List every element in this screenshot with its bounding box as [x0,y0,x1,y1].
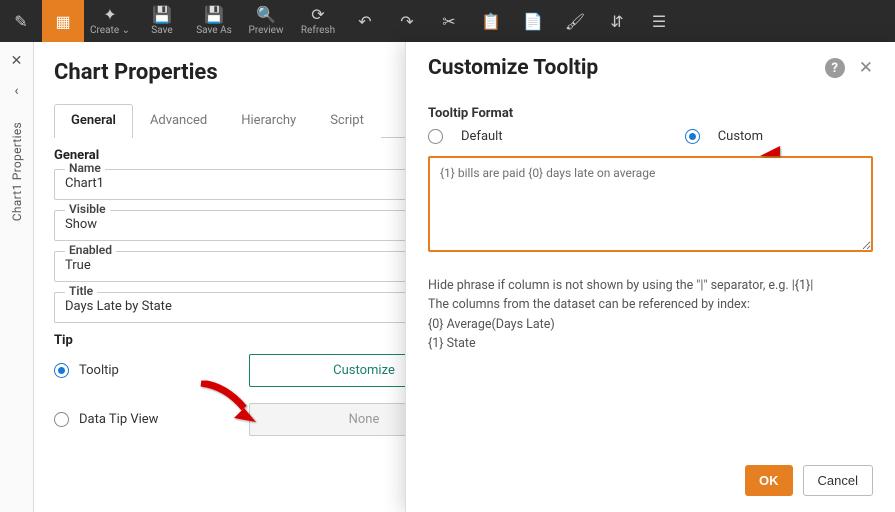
modal-footer: OK Cancel [428,451,873,496]
arrange-icon: ⇵ [610,13,623,31]
radio-label: Default [461,129,503,144]
undo-icon: ↶ [358,13,371,31]
close-icon[interactable]: ✕ [859,58,873,78]
help-icon[interactable]: ? [825,58,845,78]
modal-title: Customize Tooltip [428,56,825,80]
wand-icon: ✎ [14,13,27,31]
toolbar-label: Save [151,24,172,38]
radio-label: Custom [718,129,763,144]
format-icon: 🖌 [565,13,585,31]
tooltip-format-input[interactable] [428,156,873,252]
tooltip-format-label: Tooltip Format [428,106,873,121]
paste-icon: 📄 [523,13,543,31]
toolbar-more[interactable]: ☰ [638,0,680,42]
toolbar-label: Create ⌄ [90,24,130,38]
toolbar-format[interactable]: 🖌 [554,0,596,42]
toolbar-refresh[interactable]: ⟳Refresh [292,0,344,42]
radio-default[interactable]: Default [428,129,503,144]
radio-checked-icon [685,129,700,144]
refresh-icon: ⟳ [311,6,324,24]
layout-icon: ▦ [55,13,70,31]
toolbar-save-as[interactable]: 💾Save As [188,0,240,42]
modal-header: Customize Tooltip ? ✕ [428,56,873,80]
tool-wand[interactable]: ✎ [0,0,42,42]
cancel-button[interactable]: Cancel [803,465,873,496]
save-icon: 💾 [152,6,172,24]
app-toolbar: ✎ ▦ ✦Create ⌄ 💾Save 💾Save As 🔍Preview ⟳R… [0,0,895,42]
toolbar-paste[interactable]: 📄 [512,0,554,42]
format-radio-row: Default Custom [428,129,873,144]
hint-line: {0} Average(Days Late) [428,315,873,334]
toolbar-arrange[interactable]: ⇵ [596,0,638,42]
toolbar-label: Save As [196,24,232,38]
hint-text: Hide phrase if column is not shown by us… [428,276,873,354]
toolbar-create[interactable]: ✦Create ⌄ [84,0,136,42]
radio-custom[interactable]: Custom [685,129,763,144]
toolbar-preview[interactable]: 🔍Preview [240,0,292,42]
copy-icon: 📋 [481,13,501,31]
hint-line: {1} State [428,334,873,353]
toolbar-cut[interactable]: ✂ [428,0,470,42]
hint-line: Hide phrase if column is not shown by us… [428,276,873,295]
toolbar-copy[interactable]: 📋 [470,0,512,42]
toolbar-save[interactable]: 💾Save [136,0,188,42]
preview-icon: 🔍 [256,6,276,24]
toolbar-redo[interactable]: ↷ [386,0,428,42]
toolbar-undo[interactable]: ↶ [344,0,386,42]
tool-layout[interactable]: ▦ [42,0,84,42]
sparkle-icon: ✦ [103,6,116,24]
cut-icon: ✂ [442,13,455,31]
ok-button[interactable]: OK [745,465,793,496]
customize-tooltip-modal: Customize Tooltip ? ✕ Tooltip Format Def… [405,42,895,512]
radio-icon [428,129,443,144]
redo-icon: ↷ [400,13,413,31]
save-as-icon: 💾 [204,6,224,24]
toolbar-label: Refresh [301,24,335,38]
toolbar-label: Preview [249,24,284,38]
hint-line: The columns from the dataset can be refe… [428,295,873,314]
more-icon: ☰ [652,13,666,31]
